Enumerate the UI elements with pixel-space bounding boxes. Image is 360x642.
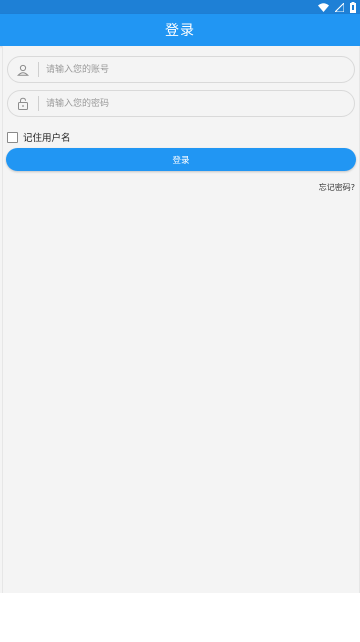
wifi-icon <box>318 2 329 12</box>
user-icon <box>8 56 38 83</box>
password-field[interactable] <box>7 90 355 117</box>
remember-checkbox[interactable] <box>7 131 18 143</box>
status-icons <box>318 1 356 13</box>
account-input[interactable] <box>46 59 354 80</box>
battery-icon <box>350 1 356 13</box>
status-bar <box>0 0 360 14</box>
password-input[interactable] <box>46 93 354 114</box>
field-divider <box>38 62 39 77</box>
login-button[interactable]: 登录 <box>6 148 356 171</box>
signal-icon <box>335 2 344 12</box>
bottom-area <box>0 593 360 642</box>
lock-icon <box>8 90 38 117</box>
page-title: 登录 <box>165 23 195 39</box>
field-divider <box>38 96 39 111</box>
remember-username[interactable]: 记住用户名 <box>7 130 71 144</box>
forgot-password-link[interactable]: 忘记密码? <box>319 182 355 193</box>
remember-label: 记住用户名 <box>23 133 71 144</box>
login-form: 记住用户名 登录 忘记密码? <box>2 46 360 593</box>
app-bar: 登录 <box>0 14 360 46</box>
account-field[interactable] <box>7 56 355 83</box>
